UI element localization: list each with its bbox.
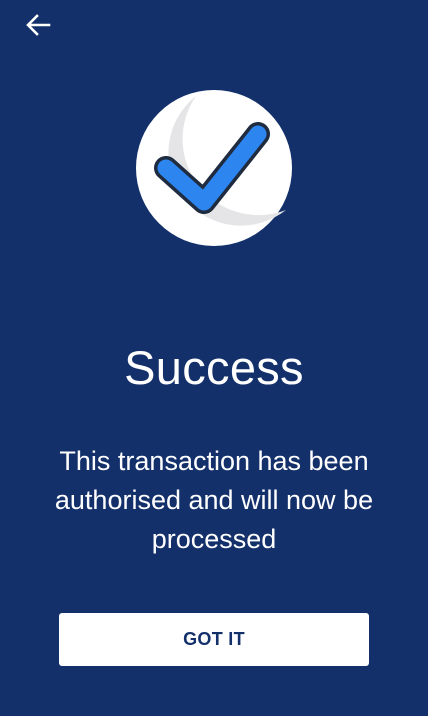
- checkmark-icon: [136, 90, 292, 246]
- page-title: Success: [124, 341, 304, 394]
- back-button[interactable]: [20, 8, 56, 42]
- arrow-left-icon: [26, 14, 51, 36]
- got-it-button[interactable]: GOT IT: [59, 613, 369, 666]
- status-message: This transaction has been authorised and…: [54, 446, 374, 554]
- success-badge: [136, 90, 292, 246]
